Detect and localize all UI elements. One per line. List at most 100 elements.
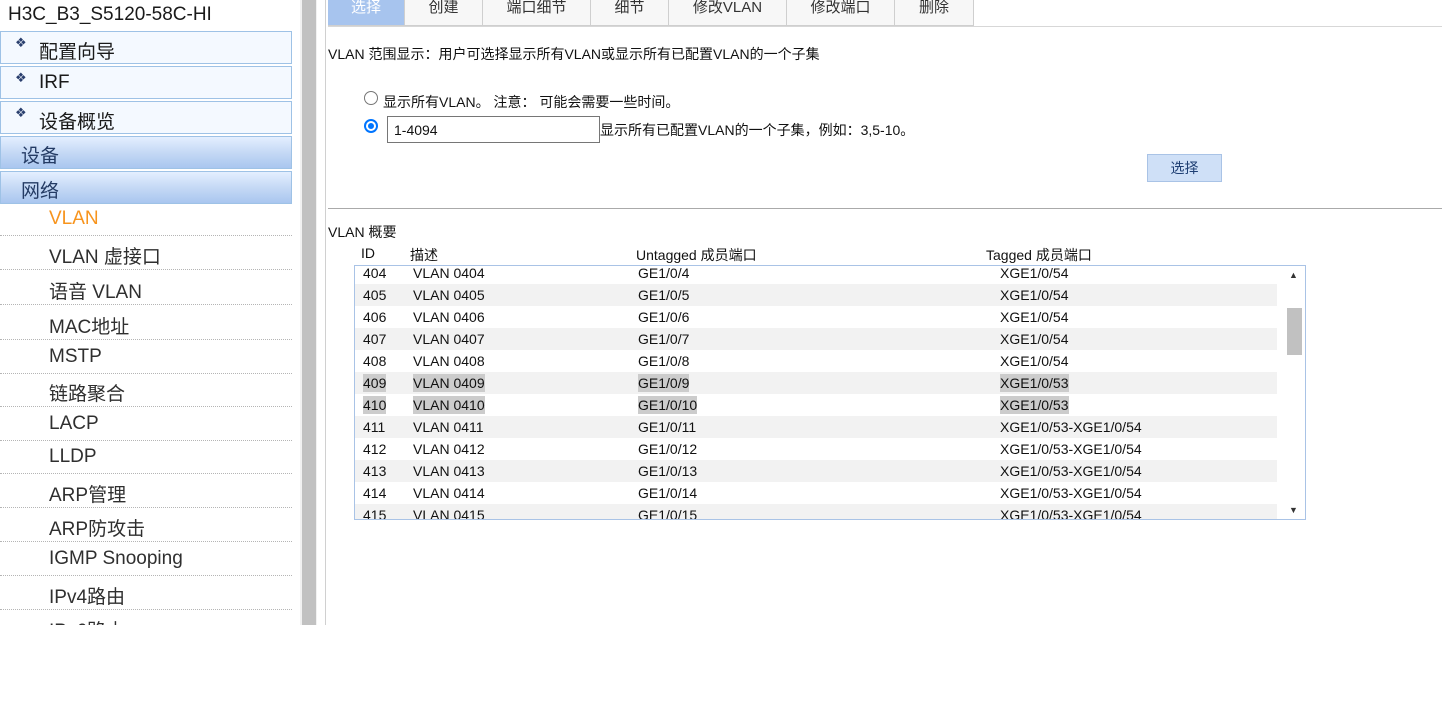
table-row[interactable]: 408 VLAN 0408 GE1/0/8 XGE1/0/54: [355, 350, 1277, 372]
cell-description: VLAN 0409: [413, 374, 485, 392]
tab-select[interactable]: 选择: [328, 0, 405, 26]
cell-untagged: GE1/0/14: [638, 485, 698, 501]
cell-id: 405: [363, 287, 387, 303]
sidebar-item-ipv4-routing[interactable]: IPv4路由: [0, 577, 292, 610]
tab-label: 端口细节: [506, 0, 567, 16]
sidebar-item-label: IGMP Snooping: [49, 548, 183, 569]
sidebar-item-label: ARP防攻击: [49, 519, 146, 540]
cell-id: 408: [363, 353, 387, 369]
table-row[interactable]: 409 VLAN 0409 GE1/0/9 XGE1/0/53: [355, 372, 1277, 394]
sidebar-item-label: IPv4路由: [49, 587, 126, 608]
show-subset-label: 显示所有已配置VLAN的一个子集，例如：3,5-10。: [600, 122, 915, 138]
table-row[interactable]: 414 VLAN 0414 GE1/0/14 XGE1/0/53-XGE1/0/…: [355, 482, 1277, 504]
table-row[interactable]: 406 VLAN 0406 GE1/0/6 XGE1/0/54: [355, 306, 1277, 328]
radio-show-subset[interactable]: [364, 119, 378, 133]
table-scrollbar-thumb[interactable]: [1287, 308, 1302, 355]
vlan-range-input[interactable]: [387, 116, 600, 143]
sidebar-item-lldp[interactable]: LLDP: [0, 441, 292, 474]
sidebar-item-arp-management[interactable]: ARP管理: [0, 475, 292, 508]
show-all-vlans-label: 显示所有VLAN。 注意： 可能会需要一些时间。: [383, 94, 680, 110]
sidebar-item-label: MSTP: [49, 346, 102, 367]
nav-category-device[interactable]: 设备: [0, 136, 292, 169]
diamond-icon: ❖: [15, 105, 27, 120]
sidebar-item-lacp[interactable]: LACP: [0, 408, 292, 441]
sidebar-item-label: LLDP: [49, 446, 97, 467]
column-header-description: 描述: [410, 247, 438, 263]
cell-id: 406: [363, 309, 387, 325]
table-row[interactable]: 411 VLAN 0411 GE1/0/11 XGE1/0/53-XGE1/0/…: [355, 416, 1277, 438]
sidebar-item-voice-vlan[interactable]: 语音 VLAN: [0, 272, 292, 305]
sidebar-item-mstp[interactable]: MSTP: [0, 341, 292, 374]
cell-description: VLAN 0411: [413, 419, 484, 435]
cell-tagged: XGE1/0/53-XGE1/0/54: [1000, 507, 1142, 520]
table-row[interactable]: 407 VLAN 0407 GE1/0/7 XGE1/0/54: [355, 328, 1277, 350]
table-row[interactable]: 404 VLAN 0404 GE1/0/4 XGE1/0/54: [355, 265, 1277, 284]
nav-category-label: 网络: [21, 181, 60, 202]
sidebar-item-vlan-interface[interactable]: VLAN 虚接口: [0, 237, 292, 270]
sidebar-item-arp-attack-protection[interactable]: ARP防攻击: [0, 509, 292, 542]
scroll-up-arrow-icon[interactable]: ▲: [1289, 270, 1298, 280]
scroll-down-arrow-icon[interactable]: ▼: [1289, 505, 1298, 515]
cell-tagged: XGE1/0/54: [1000, 353, 1069, 369]
cell-untagged: GE1/0/6: [638, 309, 690, 325]
sidebar-item-link-aggregation[interactable]: 链路聚合: [0, 374, 292, 407]
sidebar-item-ipv6-routing[interactable]: IPv6路由: [0, 611, 292, 625]
tab-port-details[interactable]: 端口细节: [483, 0, 591, 26]
tab-delete[interactable]: 删除: [895, 0, 974, 26]
cell-description: VLAN 0406: [413, 309, 485, 325]
cell-untagged: GE1/0/15: [638, 507, 698, 520]
sidebar-item-label: VLAN: [49, 208, 99, 229]
cell-untagged: GE1/0/4: [638, 265, 690, 281]
cell-description: VLAN 0414: [413, 485, 485, 501]
nav-item-label: 设备概览: [39, 112, 116, 133]
tab-label: 修改端口: [810, 0, 871, 16]
tab-bar-border: [328, 26, 1442, 27]
cell-untagged: GE1/0/5: [638, 287, 690, 303]
cell-tagged: XGE1/0/53-XGE1/0/54: [1000, 441, 1142, 457]
tab-create[interactable]: 创建: [405, 0, 483, 26]
cell-untagged: GE1/0/10: [638, 396, 698, 414]
vlan-range-description: VLAN 范围显示：用户可选择显示所有VLAN或显示所有已配置VLAN的一个子集: [328, 46, 820, 62]
cell-id: 415: [363, 507, 387, 520]
sidebar-item-label: 语音 VLAN: [49, 282, 142, 303]
tab-modify-vlan[interactable]: 修改VLAN: [669, 0, 787, 26]
cell-untagged: GE1/0/11: [638, 419, 697, 435]
cell-id: 412: [363, 441, 387, 457]
sidebar-scrollbar-thumb[interactable]: [302, 0, 316, 625]
cell-id: 404: [363, 265, 387, 281]
cell-description: VLAN 0404: [413, 265, 485, 281]
select-button[interactable]: 选择: [1147, 154, 1222, 182]
table-scrollbar-track[interactable]: [1284, 266, 1305, 519]
table-row[interactable]: 413 VLAN 0413 GE1/0/13 XGE1/0/53-XGE1/0/…: [355, 460, 1277, 482]
cell-untagged: GE1/0/12: [638, 441, 698, 457]
tab-modify-port[interactable]: 修改端口: [787, 0, 895, 26]
nav-item-config-wizard[interactable]: ❖ 配置向导: [0, 31, 292, 64]
sidebar-item-label: 链路聚合: [49, 384, 126, 405]
table-row[interactable]: 412 VLAN 0412 GE1/0/12 XGE1/0/53-XGE1/0/…: [355, 438, 1277, 460]
nav-item-device-overview[interactable]: ❖ 设备概览: [0, 101, 292, 134]
column-header-untagged-ports: Untagged 成员端口: [636, 247, 757, 263]
cell-id: 407: [363, 331, 387, 347]
cell-tagged: XGE1/0/53: [1000, 374, 1069, 392]
nav-item-irf[interactable]: ❖ IRF: [0, 66, 292, 99]
sidebar-item-igmp-snooping[interactable]: IGMP Snooping: [0, 543, 292, 576]
sidebar-item-label: MAC地址: [49, 317, 130, 338]
cell-id: 411: [363, 419, 386, 435]
diamond-icon: ❖: [15, 70, 27, 85]
diamond-icon: ❖: [15, 35, 27, 50]
sidebar-item-label: LACP: [49, 413, 99, 434]
cell-description: VLAN 0415: [413, 507, 485, 520]
table-row[interactable]: 410 VLAN 0410 GE1/0/10 XGE1/0/53: [355, 394, 1277, 416]
table-row[interactable]: 405 VLAN 0405 GE1/0/5 XGE1/0/54: [355, 284, 1277, 306]
cell-description: VLAN 0408: [413, 353, 485, 369]
nav-item-label: 配置向导: [39, 42, 116, 63]
tab-details[interactable]: 细节: [591, 0, 669, 26]
vlan-summary-title: VLAN 概要: [328, 224, 397, 240]
cell-id: 414: [363, 485, 387, 501]
nav-category-network[interactable]: 网络: [0, 171, 292, 204]
sidebar-item-label: VLAN 虚接口: [49, 247, 161, 268]
radio-show-all-vlans[interactable]: [364, 91, 378, 105]
sidebar-item-mac-address[interactable]: MAC地址: [0, 307, 292, 340]
table-row[interactable]: 415 VLAN 0415 GE1/0/15 XGE1/0/53-XGE1/0/…: [355, 504, 1277, 520]
sidebar-item-vlan[interactable]: VLAN: [0, 203, 292, 236]
